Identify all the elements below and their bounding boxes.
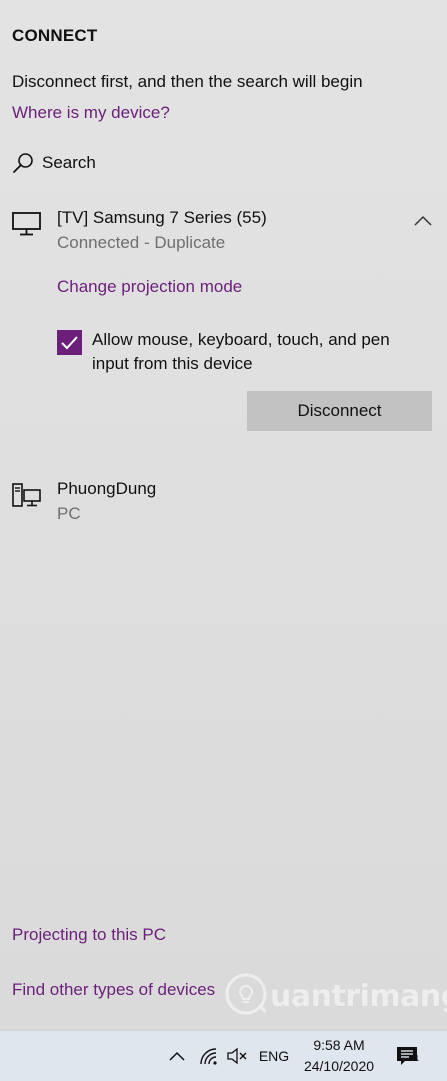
- monitor-icon: [12, 212, 42, 241]
- desktop-pc-icon: [12, 483, 42, 514]
- clock-date: 24/10/2020: [303, 1058, 375, 1074]
- device-status: Connected - Duplicate: [57, 233, 226, 252]
- device-status: PC: [57, 504, 81, 523]
- disconnect-button[interactable]: Disconnect: [247, 391, 432, 431]
- show-hidden-icons-chevron-icon[interactable]: [164, 1031, 190, 1081]
- info-text: Disconnect first, and then the search wi…: [12, 72, 363, 91]
- collapse-chevron-up-icon[interactable]: [414, 214, 432, 232]
- notification-count-badge: 1: [414, 1054, 420, 1063]
- allow-input-label: Allow mouse, keyboard, touch, and pen in…: [92, 330, 390, 373]
- wifi-icon[interactable]: [196, 1031, 222, 1081]
- lightbulb-logo-icon: [224, 972, 268, 1021]
- projecting-to-this-pc-link[interactable]: Projecting to this PC: [12, 925, 166, 945]
- taskbar: ENG 9:58 AM 24/10/2020 1: [0, 1030, 447, 1081]
- language-indicator[interactable]: ENG: [254, 1031, 294, 1081]
- search-icon: [12, 152, 34, 174]
- clock[interactable]: 9:58 AM 24/10/2020: [296, 1035, 382, 1077]
- watermark: uantrimang: [224, 972, 447, 1021]
- device-name: PhuongDung: [57, 479, 157, 498]
- change-projection-mode-link[interactable]: Change projection mode: [57, 277, 242, 297]
- find-other-devices-link[interactable]: Find other types of devices: [12, 980, 215, 1000]
- connect-panel: CONNECT Disconnect first, and then the s…: [0, 0, 447, 1030]
- allow-input-checkbox[interactable]: [57, 330, 82, 355]
- search-button[interactable]: Search: [12, 152, 96, 174]
- panel-title: CONNECT: [12, 26, 98, 45]
- volume-muted-icon[interactable]: [224, 1031, 250, 1081]
- device-name: [TV] Samsung 7 Series (55): [57, 208, 267, 227]
- where-is-my-device-link[interactable]: Where is my device?: [12, 103, 170, 123]
- search-label: Search: [42, 153, 96, 172]
- watermark-text: uantrimang: [270, 979, 447, 1014]
- checkmark-icon: [61, 336, 78, 350]
- clock-time: 9:58 AM: [313, 1037, 365, 1053]
